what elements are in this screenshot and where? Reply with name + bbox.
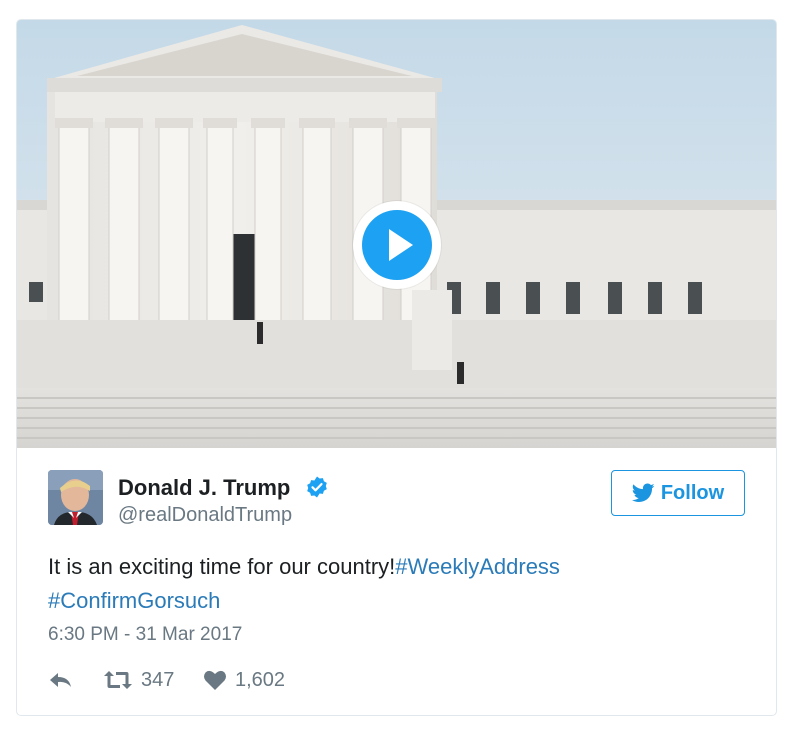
retweet-count: 347: [141, 668, 175, 691]
play-button[interactable]: [353, 201, 441, 289]
like-button[interactable]: 1,602: [203, 665, 285, 695]
author-name[interactable]: Donald J. Trump: [118, 475, 290, 501]
like-count: 1,602: [235, 668, 286, 691]
verified-badge-icon: [307, 476, 327, 498]
play-icon: [362, 210, 432, 280]
follow-label: Follow: [660, 481, 725, 504]
retweet-icon: [104, 671, 132, 689]
tweet-timestamp[interactable]: 6:30 PM - 31 Mar 2017: [48, 624, 242, 646]
video-thumbnail[interactable]: [17, 20, 776, 448]
follow-button[interactable]: Follow: [611, 470, 745, 516]
tweet-card: Donald J. Trump @realDonaldTrump Follow …: [16, 19, 777, 716]
twitter-bird-icon: [631, 483, 655, 503]
reply-icon: [50, 673, 71, 687]
hashtag-link[interactable]: #ConfirmGorsuch: [48, 588, 220, 613]
avatar[interactable]: [48, 470, 103, 525]
tweet-text: It is an exciting time for our country!#…: [48, 550, 738, 618]
tweet-body: It is an exciting time for our country!: [48, 554, 396, 579]
reply-button[interactable]: [48, 665, 74, 695]
author-handle[interactable]: @realDonaldTrump: [118, 504, 292, 527]
hashtag-link[interactable]: #WeeklyAddress: [395, 554, 560, 579]
retweet-button[interactable]: 347: [103, 665, 174, 695]
heart-icon: [204, 670, 226, 690]
